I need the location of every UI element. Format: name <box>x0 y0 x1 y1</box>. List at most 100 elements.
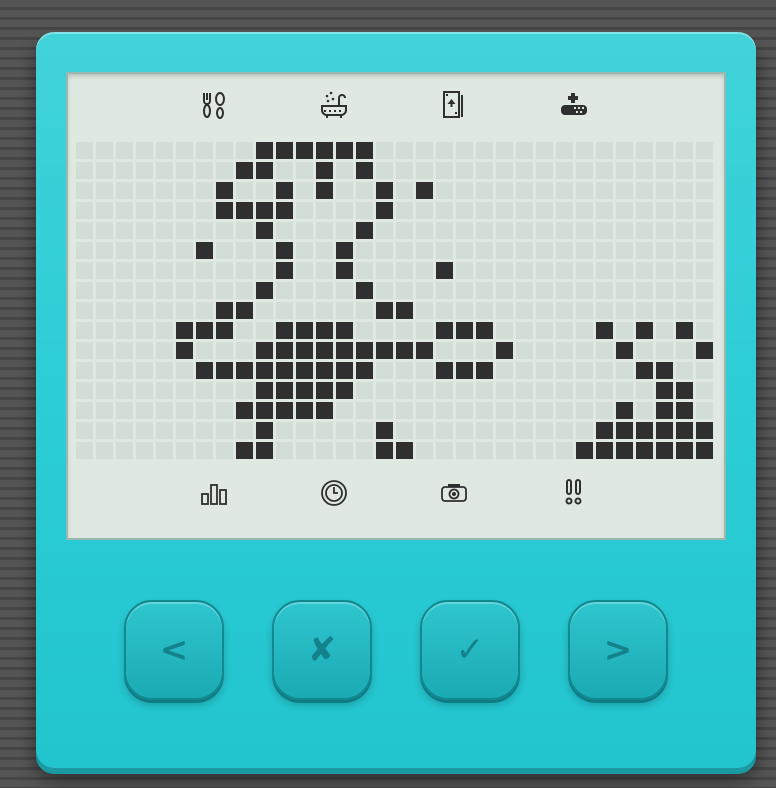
medicine-icon[interactable] <box>557 88 591 122</box>
cancel-button[interactable]: ✘ <box>272 600 372 700</box>
lcd-pixel-off <box>696 242 713 259</box>
lcd-pixel-off <box>316 422 333 439</box>
lcd-pixel-off <box>456 222 473 239</box>
lcd-pixel-off <box>456 262 473 279</box>
lcd-pixel-on <box>196 242 213 259</box>
lcd-pixel-off <box>616 362 633 379</box>
lcd-pixel-on <box>176 342 193 359</box>
attention-icon[interactable] <box>557 476 591 510</box>
lcd-pixel-off <box>76 362 93 379</box>
lcd-pixel-off <box>176 442 193 459</box>
lcd-pixel-off <box>436 222 453 239</box>
lcd-pixel-off <box>196 262 213 279</box>
bath-icon[interactable] <box>317 88 351 122</box>
lcd-pixel-off <box>236 242 253 259</box>
lcd-pixel-off <box>176 402 193 419</box>
lcd-pixel-off <box>76 422 93 439</box>
lcd-pixel-off <box>556 322 573 339</box>
lcd-pixel-off <box>176 142 193 159</box>
lcd-pixel-off <box>416 142 433 159</box>
lcd-pixel-on <box>296 382 313 399</box>
lcd-pixel-off <box>496 282 513 299</box>
lcd-pixel-off <box>496 402 513 419</box>
lcd-pixel-off <box>576 242 593 259</box>
lcd-pixel-off <box>476 422 493 439</box>
lcd-pixel-off <box>96 402 113 419</box>
confirm-button[interactable]: ✓ <box>420 600 520 700</box>
lcd-pixel-off <box>596 382 613 399</box>
lcd-pixel-on <box>216 302 233 319</box>
lcd-pixel-off <box>276 162 293 179</box>
lcd-pixel-on <box>236 162 253 179</box>
lcd-pixel-off <box>256 302 273 319</box>
lcd-pixel-off <box>396 162 413 179</box>
lcd-pixel-off <box>596 402 613 419</box>
lcd-pixel-off <box>416 442 433 459</box>
lcd-pixel-off <box>196 142 213 159</box>
lcd-pixel-off <box>116 262 133 279</box>
lcd-pixel-off <box>76 322 93 339</box>
lcd-pixel-off <box>636 342 653 359</box>
lcd-pixel-off <box>676 242 693 259</box>
lcd-pixel-off <box>576 362 593 379</box>
lcd-pixel-off <box>216 422 233 439</box>
lcd-pixel-off <box>416 162 433 179</box>
game-card-icon[interactable] <box>437 88 471 122</box>
lcd-pixel-off <box>436 422 453 439</box>
lcd-pixel-off <box>296 242 313 259</box>
lcd-pixel-off <box>416 282 433 299</box>
lcd-pixel-on <box>316 402 333 419</box>
lcd-pixel-off <box>96 222 113 239</box>
lcd-pixel-on <box>316 362 333 379</box>
lcd-pixel-on <box>276 262 293 279</box>
lcd-pixel-off <box>496 182 513 199</box>
clock-icon[interactable] <box>317 476 351 510</box>
lcd-pixel-off <box>376 262 393 279</box>
lcd-pixel-off <box>376 402 393 419</box>
lcd-pixel-off <box>156 162 173 179</box>
lcd-pixel-on <box>316 382 333 399</box>
lcd-pixel-off <box>576 142 593 159</box>
lcd-pixel-off <box>516 442 533 459</box>
lcd-pixel-off <box>336 422 353 439</box>
lcd-pixel-on <box>396 442 413 459</box>
lcd-pixel-off <box>696 262 713 279</box>
camera-icon[interactable] <box>437 476 471 510</box>
lcd-pixel-off <box>96 162 113 179</box>
lcd-pixel-off <box>76 162 93 179</box>
lcd-pixel-off <box>676 282 693 299</box>
left-button[interactable]: < <box>124 600 224 700</box>
lcd-pixel-off <box>136 162 153 179</box>
lcd-pixel-off <box>496 322 513 339</box>
lcd-pixel-on <box>256 342 273 359</box>
lcd-pixel-off <box>96 262 113 279</box>
right-button[interactable]: > <box>568 600 668 700</box>
lcd-pixel-off <box>516 362 533 379</box>
lcd-pixel-off <box>676 362 693 379</box>
lcd-pixel-off <box>276 422 293 439</box>
lcd-pixel-on <box>296 142 313 159</box>
lcd-pixel-off <box>596 242 613 259</box>
lcd-pixel-off <box>636 402 653 419</box>
lcd-pixel-on <box>236 362 253 379</box>
lcd-pixel-off <box>456 442 473 459</box>
stats-icon[interactable] <box>197 476 231 510</box>
lcd-pixel-off <box>636 382 653 399</box>
lcd-pixel-on <box>456 322 473 339</box>
lcd-pixel-off <box>76 202 93 219</box>
food-icon[interactable] <box>197 88 231 122</box>
lcd-pixel-off <box>136 222 153 239</box>
lcd-pixel-on <box>696 422 713 439</box>
lcd-pixel-on <box>236 402 253 419</box>
lcd-pixel-off <box>676 262 693 279</box>
lcd-pixel-off <box>636 242 653 259</box>
lcd-pixel-off <box>116 402 133 419</box>
lcd-pixel-off <box>496 362 513 379</box>
lcd-pixel-on <box>356 222 373 239</box>
lcd-pixel-off <box>336 222 353 239</box>
lcd-pixel-on <box>416 342 433 359</box>
lcd-pixel-off <box>116 282 133 299</box>
lcd-pixel-off <box>476 242 493 259</box>
lcd-pixel-on <box>216 362 233 379</box>
lcd-pixel-off <box>256 242 273 259</box>
